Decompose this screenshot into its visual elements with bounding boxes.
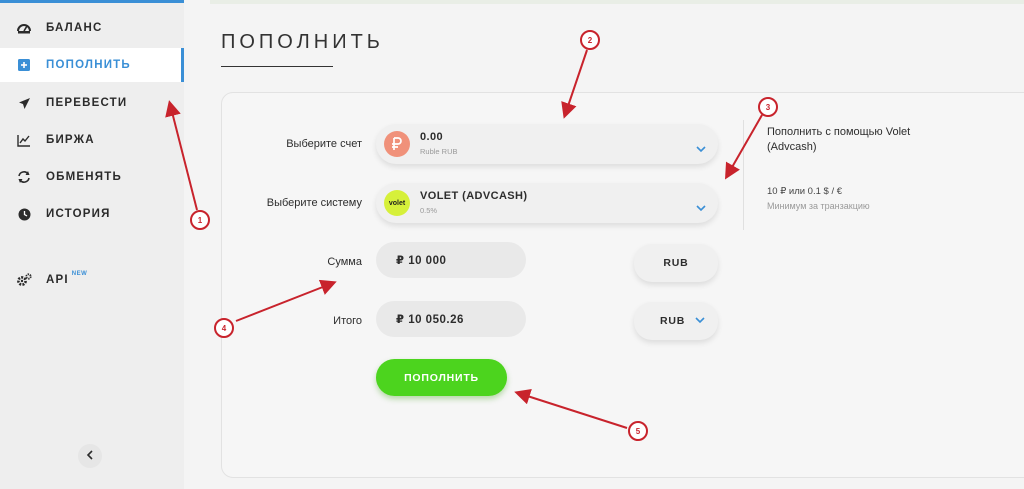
sidebar-item-label: ОБМЕНЯТЬ <box>46 171 122 183</box>
sidebar-item-balance[interactable]: БАЛАНС <box>0 11 184 45</box>
sidebar-item-swap[interactable]: ОБМЕНЯТЬ <box>0 160 184 194</box>
account-currency: Ruble RUB <box>420 147 458 156</box>
dashboard-gauge-icon <box>16 20 32 36</box>
chevron-left-icon <box>86 447 94 465</box>
sidebar: БАЛАНС ПОПОЛНИТЬ ПЕРЕВЕСТИ БИРЖА ОБМЕНЯТ… <box>0 0 184 489</box>
collapse-sidebar-button[interactable] <box>78 444 102 468</box>
info-divider <box>743 120 744 230</box>
chevron-down-icon <box>695 315 705 327</box>
amount-input[interactable]: ₽ 10 000 <box>376 242 526 278</box>
sidebar-item-label: ИСТОРИЯ <box>46 208 111 220</box>
annotation-marker-1: 1 <box>190 210 210 230</box>
sidebar-item-deposit[interactable]: ПОПОЛНИТЬ <box>0 48 184 82</box>
payment-system-fee: 0.5% <box>420 206 438 215</box>
title-underline <box>221 66 333 67</box>
info-min-note: Минимум за транзакцию <box>767 201 870 211</box>
sidebar-item-label: ПЕРЕВЕСТИ <box>46 97 128 109</box>
account-label: Выберите счет <box>286 138 362 150</box>
info-fee: 10 ₽ или 0.1 $ / € <box>767 186 843 197</box>
sidebar-item-label: API <box>46 274 69 286</box>
amount-currency-button[interactable]: RUB <box>634 244 718 282</box>
payment-system-select[interactable]: volet VOLET (ADVCASH) 0.5% <box>376 183 718 223</box>
plus-square-icon <box>16 57 32 73</box>
account-select[interactable]: 0.00 Ruble RUB <box>376 124 718 164</box>
chevron-down-icon <box>696 140 706 158</box>
annotation-marker-5: 5 <box>628 421 648 441</box>
annotation-marker-3: 3 <box>758 97 778 117</box>
gears-icon <box>16 272 32 288</box>
system-label: Выберите систему <box>266 197 362 209</box>
sidebar-item-transfer[interactable]: ПЕРЕВЕСТИ <box>0 86 184 120</box>
sidebar-item-label: БИРЖА <box>46 134 95 146</box>
sidebar-item-label: БАЛАНС <box>46 22 103 34</box>
chevron-down-icon <box>696 199 706 217</box>
total-label: Итого <box>333 315 362 327</box>
amount-label: Сумма <box>327 256 362 268</box>
new-badge: NEW <box>71 271 88 277</box>
sidebar-item-history[interactable]: ИСТОРИЯ <box>0 197 184 231</box>
top-strip <box>210 0 1024 4</box>
annotation-marker-4: 4 <box>214 318 234 338</box>
info-title: Пополнить с помощью Volet (Advcash) <box>767 126 911 153</box>
total-value: ₽ 10 050.26 <box>376 301 526 337</box>
total-currency-label: RUB <box>660 315 686 327</box>
sidebar-accent-line <box>0 0 184 3</box>
ruble-coin-icon <box>384 131 410 157</box>
annotation-marker-2: 2 <box>580 30 600 50</box>
deposit-submit-button[interactable]: ПОПОЛНИТЬ <box>376 359 507 396</box>
page-title: ПОПОЛНИТЬ <box>221 31 384 53</box>
exchange-arrows-icon <box>16 169 32 185</box>
payment-system-name: VOLET (ADVCASH) <box>420 190 528 202</box>
sidebar-item-label: ПОПОЛНИТЬ <box>46 59 131 71</box>
sidebar-item-exchange-market[interactable]: БИРЖА <box>0 123 184 157</box>
account-balance: 0.00 <box>420 131 444 143</box>
clock-icon <box>16 206 32 222</box>
volet-logo: volet <box>384 190 410 216</box>
line-chart-icon <box>16 132 32 148</box>
paper-plane-icon <box>16 95 32 111</box>
sidebar-item-api[interactable]: API NEW <box>0 263 184 297</box>
total-currency-select[interactable]: RUB <box>634 302 718 340</box>
